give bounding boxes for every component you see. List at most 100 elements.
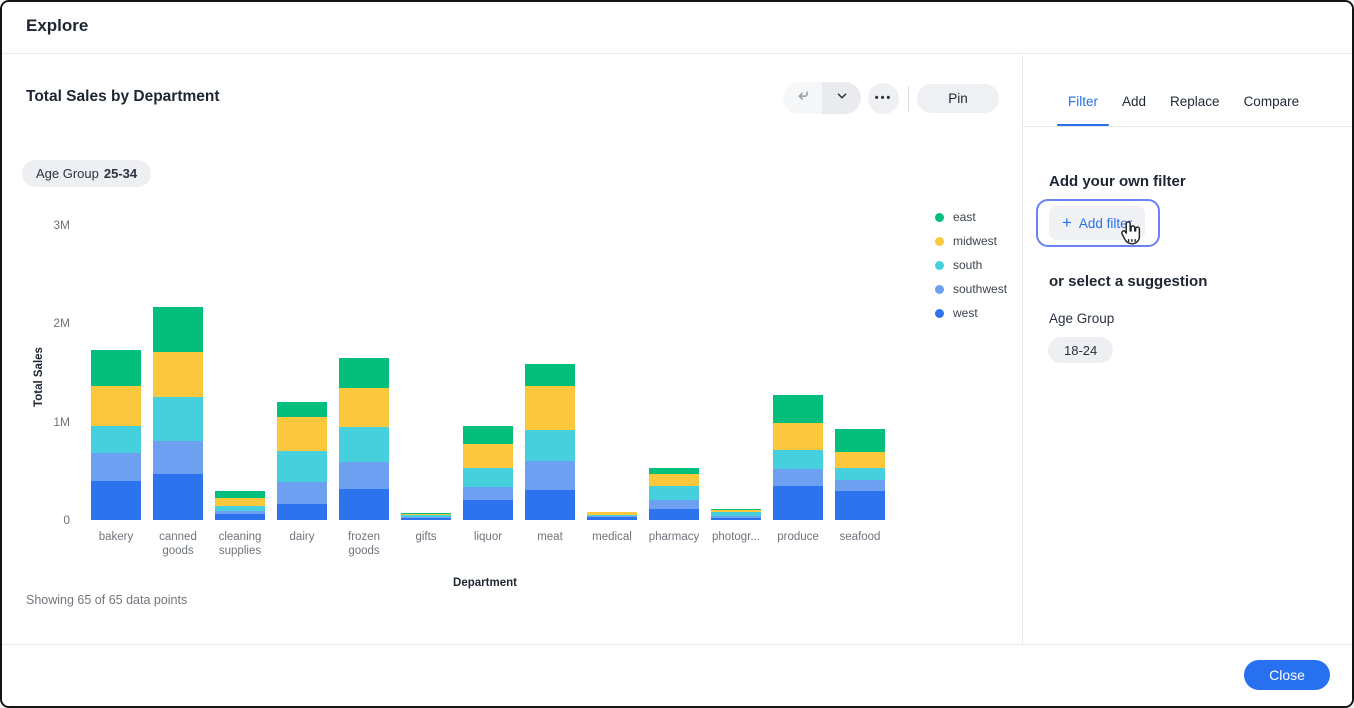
x-category-label: pharmacy: [642, 530, 706, 544]
x-category-label: bakery: [84, 530, 148, 544]
bar-segment-west-produce[interactable]: [773, 486, 823, 520]
bar-segment-south-canned-goods[interactable]: [153, 397, 203, 441]
bar-segment-south-seafood[interactable]: [835, 468, 885, 480]
bar-segment-midwest-medical[interactable]: [587, 512, 637, 515]
bar-segment-southwest-canned-goods[interactable]: [153, 441, 203, 474]
bar-segment-east-gifts[interactable]: [401, 513, 451, 514]
close-button[interactable]: Close: [1244, 660, 1330, 690]
legend-item-southwest[interactable]: southwest: [935, 277, 1007, 301]
panel-tabs: Filter Add Replace Compare: [1023, 55, 1352, 127]
x-category-label: canned goods: [146, 530, 210, 558]
bar-segment-east-dairy[interactable]: [277, 402, 327, 417]
x-category-label: cleaning supplies: [208, 530, 272, 558]
bar-segment-east-seafood[interactable]: [835, 429, 885, 452]
tab-compare[interactable]: Compare: [1244, 77, 1300, 126]
tab-filter[interactable]: Filter: [1068, 77, 1098, 126]
bar-segment-south-produce[interactable]: [773, 450, 823, 469]
dialog-footer: Close: [2, 644, 1352, 706]
bar-segment-southwest-meat[interactable]: [525, 461, 575, 490]
bar-segment-west-gifts[interactable]: [401, 518, 451, 520]
bar-segment-midwest-liquor[interactable]: [463, 444, 513, 468]
x-category-label: photogr...: [704, 530, 768, 544]
bar-segment-east-pharmacy[interactable]: [649, 468, 699, 474]
bar-segment-west-cleaning-supplies[interactable]: [215, 514, 265, 520]
bar-segment-midwest-bakery[interactable]: [91, 386, 141, 426]
close-button-label: Close: [1269, 667, 1305, 683]
plus-icon: +: [1062, 214, 1072, 233]
bar-segment-southwest-photogr-[interactable]: [711, 516, 761, 518]
bar-segment-west-pharmacy[interactable]: [649, 509, 699, 520]
bar-segment-east-produce[interactable]: [773, 395, 823, 423]
legend-item-east[interactable]: east: [935, 205, 1007, 229]
x-category-label: dairy: [270, 530, 334, 544]
bar-segment-midwest-pharmacy[interactable]: [649, 474, 699, 486]
bar-segment-east-cleaning-supplies[interactable]: [215, 491, 265, 498]
bar-segment-midwest-cleaning-supplies[interactable]: [215, 498, 265, 506]
explore-dialog: Explore Total Sales by Department: [0, 0, 1354, 708]
bar-segment-east-photogr-[interactable]: [711, 509, 761, 510]
bar-segment-southwest-dairy[interactable]: [277, 482, 327, 504]
bar-segment-southwest-medical[interactable]: [587, 516, 637, 517]
legend-label-west: west: [953, 306, 978, 320]
legend-label-southwest: southwest: [953, 282, 1007, 296]
bar-segment-east-liquor[interactable]: [463, 426, 513, 444]
bar-segment-south-medical[interactable]: [587, 515, 637, 516]
bar-segment-west-dairy[interactable]: [277, 504, 327, 520]
bar-segment-southwest-frozen-goods[interactable]: [339, 462, 389, 489]
bar-segment-west-canned-goods[interactable]: [153, 474, 203, 520]
bar-segment-southwest-produce[interactable]: [773, 469, 823, 486]
legend-dot-east: [935, 213, 944, 222]
x-category-label: seafood: [828, 530, 892, 544]
bar-segment-south-frozen-goods[interactable]: [339, 427, 389, 462]
bar-segment-midwest-frozen-goods[interactable]: [339, 388, 389, 427]
bar-segment-west-liquor[interactable]: [463, 500, 513, 520]
bar-segment-west-seafood[interactable]: [835, 491, 885, 520]
legend-item-midwest[interactable]: midwest: [935, 229, 1007, 253]
bar-segment-west-photogr-[interactable]: [711, 518, 761, 520]
bar-segment-midwest-gifts[interactable]: [401, 514, 451, 515]
bar-segment-midwest-canned-goods[interactable]: [153, 352, 203, 397]
bar-segment-east-canned-goods[interactable]: [153, 307, 203, 352]
tab-replace[interactable]: Replace: [1170, 77, 1220, 126]
bar-segment-west-frozen-goods[interactable]: [339, 489, 389, 520]
bar-segment-west-meat[interactable]: [525, 490, 575, 520]
legend-dot-west: [935, 309, 944, 318]
bar-segment-southwest-liquor[interactable]: [463, 487, 513, 500]
bar-segment-south-gifts[interactable]: [401, 515, 451, 517]
bar-segment-midwest-meat[interactable]: [525, 386, 575, 430]
add-filter-heading: Add your own filter: [1049, 173, 1186, 190]
legend-item-west[interactable]: west: [935, 301, 1007, 325]
bar-segment-south-liquor[interactable]: [463, 468, 513, 487]
bar-segment-southwest-cleaning-supplies[interactable]: [215, 511, 265, 514]
tab-add[interactable]: Add: [1122, 77, 1146, 126]
legend-label-midwest: midwest: [953, 234, 997, 248]
bar-segment-southwest-seafood[interactable]: [835, 480, 885, 491]
y-tick-2M: 2M: [22, 316, 70, 330]
add-filter-focus-ring: + Add filter: [1036, 199, 1160, 247]
bar-segment-west-bakery[interactable]: [91, 481, 141, 520]
bar-segment-east-frozen-goods[interactable]: [339, 358, 389, 388]
bar-segment-midwest-dairy[interactable]: [277, 417, 327, 451]
x-category-label: liquor: [456, 530, 520, 544]
bar-segment-south-bakery[interactable]: [91, 426, 141, 453]
bar-segment-southwest-gifts[interactable]: [401, 517, 451, 518]
suggestion-chip-18-24[interactable]: 18-24: [1048, 337, 1113, 363]
bar-segment-south-photogr-[interactable]: [711, 512, 761, 516]
bar-segment-southwest-pharmacy[interactable]: [649, 500, 699, 509]
bar-segment-east-bakery[interactable]: [91, 350, 141, 386]
bar-segment-south-cleaning-supplies[interactable]: [215, 506, 265, 511]
bar-segment-east-meat[interactable]: [525, 364, 575, 386]
legend-label-south: south: [953, 258, 982, 272]
y-tick-1M: 1M: [22, 415, 70, 429]
legend-item-south[interactable]: south: [935, 253, 1007, 277]
bar-segment-south-dairy[interactable]: [277, 451, 327, 482]
data-points-status: Showing 65 of 65 data points: [26, 593, 187, 607]
bar-segment-midwest-seafood[interactable]: [835, 452, 885, 468]
bar-segment-south-pharmacy[interactable]: [649, 486, 699, 500]
bar-segment-southwest-bakery[interactable]: [91, 453, 141, 481]
add-filter-button[interactable]: + Add filter: [1049, 206, 1145, 240]
bar-segment-midwest-photogr-[interactable]: [711, 510, 761, 512]
bar-segment-west-medical[interactable]: [587, 517, 637, 520]
bar-segment-midwest-produce[interactable]: [773, 423, 823, 450]
bar-segment-south-meat[interactable]: [525, 430, 575, 461]
